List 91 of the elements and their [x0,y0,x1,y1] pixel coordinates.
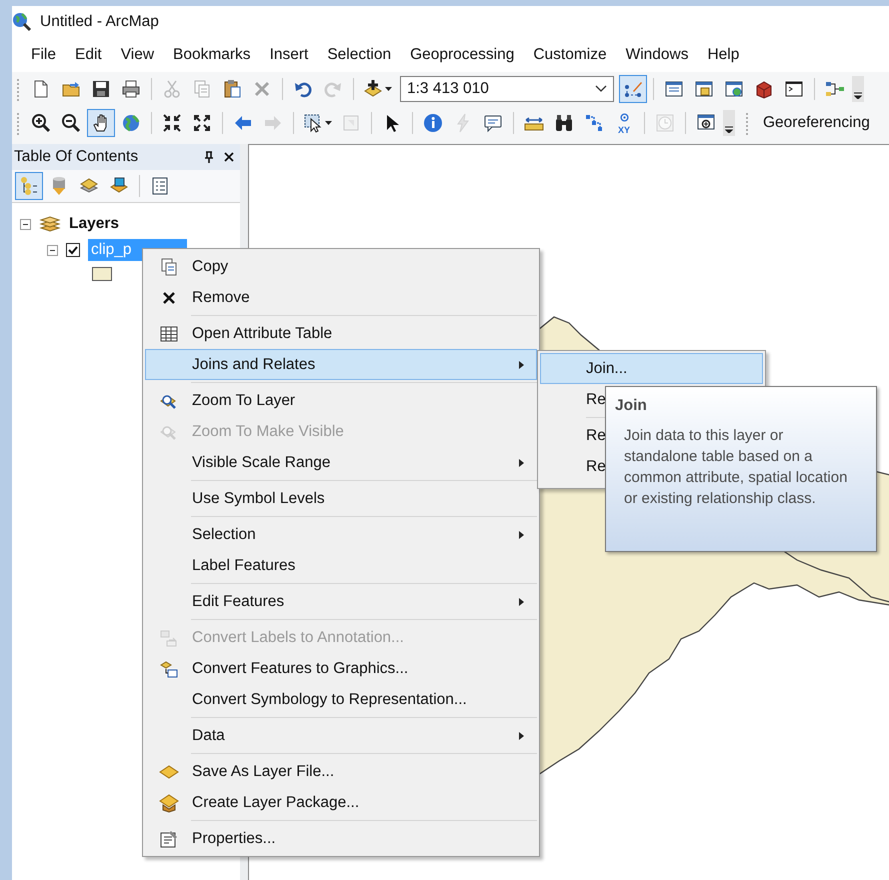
tooltip-text: Join data to this layer or standalone table based on a common attribute, spatial location or existing relationship class. [623,426,848,509]
square-icon [341,113,361,133]
menu-item[interactable]: View [112,42,162,68]
menu-item[interactable]: Use Symbol Levels [145,483,537,514]
window-folder-icon [694,79,714,99]
scale-combo-box[interactable]: 1:3 413 010 [400,76,614,102]
properties-icon [159,828,179,848]
arrows-outward-icon [192,113,212,133]
menu-item[interactable]: Data [145,720,537,751]
menu-item[interactable]: Visible Scale Range [145,447,537,478]
list-icon [150,176,170,196]
globe-icon [121,113,141,133]
pin-icon[interactable] [204,151,214,163]
menu-item[interactable]: Properties... [145,823,537,854]
toolbar-title: Georeferencing [763,114,870,132]
flowchart-icon [825,79,845,99]
window-globe-icon [724,79,744,99]
select-box-icon [303,113,323,133]
convert-features-icon [159,658,179,678]
zoom-in-icon [31,113,51,133]
window-icon [664,79,684,99]
pan-button[interactable] [87,109,115,137]
layer-package-icon [159,792,179,812]
copy-icon [192,79,212,99]
menu-item[interactable]: Geoprocessing [402,42,522,68]
collapse-toggle[interactable] [20,218,31,230]
scissors-icon [162,79,182,99]
menu-item[interactable]: Zoom To Layer [145,385,537,416]
menu-item[interactable]: Create Layer Package... [145,787,537,818]
chevron-down-icon [595,85,607,93]
app-globe-icon [12,12,32,32]
collapse-toggle[interactable] [47,244,58,256]
menu-item[interactable]: Open Attribute Table [145,318,537,349]
menu-item[interactable]: Label Features [145,550,537,581]
menu-item[interactable]: Joins and Relates [145,349,537,380]
panel-title: Table Of Contents [14,148,140,166]
list-by-drawing-order-button[interactable] [15,172,43,200]
table-icon [159,324,179,344]
clock-icon [655,113,675,133]
layer-plus-icon [363,79,383,99]
toolbar-overflow-button[interactable] [723,110,735,136]
route-icon [584,113,604,133]
caret-icon [725,125,733,133]
folder-icon [61,79,81,99]
caret-icon [325,121,332,125]
menu-item[interactable]: File [23,42,64,68]
convert-labels-icon [159,628,179,648]
tooltip-title: Join [615,397,648,415]
arrows-inward-icon [162,113,182,133]
menu-item[interactable]: Selection [145,519,537,550]
caret-icon [854,91,862,99]
arrow-right-icon [263,113,283,133]
go-to-xy-button[interactable]: XY [610,109,638,137]
layers-icon [39,215,61,233]
menu-item[interactable]: Remove [145,282,537,313]
menu-item[interactable]: Insert [262,42,316,68]
binoculars-icon [554,113,574,133]
menu-item[interactable]: Edit Features [145,586,537,617]
menu-item[interactable]: Convert Features to Graphics... [145,653,537,684]
toolbar-grip-icon[interactable] [16,111,20,135]
zoom-out-icon [61,113,81,133]
clipboard-icon [222,79,242,99]
speech-bubble-icon [483,113,503,133]
menu-item[interactable]: Edit [66,42,110,68]
layer-tree-icon [19,176,39,196]
copy-icon [159,256,179,276]
target-icon [620,113,628,122]
toolbar-grip-icon[interactable] [16,77,20,101]
layer-checkbox[interactable] [66,243,80,257]
polygon-symbol-swatch [92,267,112,281]
menu-item[interactable]: Help [699,42,748,68]
menu-item[interactable]: Selection [319,42,400,68]
info-icon [423,113,443,133]
menu-item[interactable]: Bookmarks [165,42,259,68]
x-icon [252,79,272,99]
menu-item[interactable]: Customize [525,42,615,68]
menu-item[interactable]: Convert Symbology to Representation... [145,684,537,715]
command-window-icon [784,79,804,99]
toolbar-grip-icon[interactable] [745,111,749,135]
menu-item[interactable]: Windows [618,42,696,68]
editor-toolbar-button[interactable] [619,75,647,103]
toolbox-icon [754,79,774,99]
menu-item[interactable]: Join... [540,353,763,384]
layer-group-name[interactable]: Layers [69,215,119,233]
caret-icon [385,87,392,91]
window-title: Untitled - ArcMap [40,13,159,31]
pencil-icon [623,79,643,99]
menu-item[interactable]: Save As Layer File... [145,756,537,787]
close-icon[interactable] [224,151,234,163]
toolbar-overflow-button[interactable] [852,76,864,102]
printer-icon [121,79,141,99]
